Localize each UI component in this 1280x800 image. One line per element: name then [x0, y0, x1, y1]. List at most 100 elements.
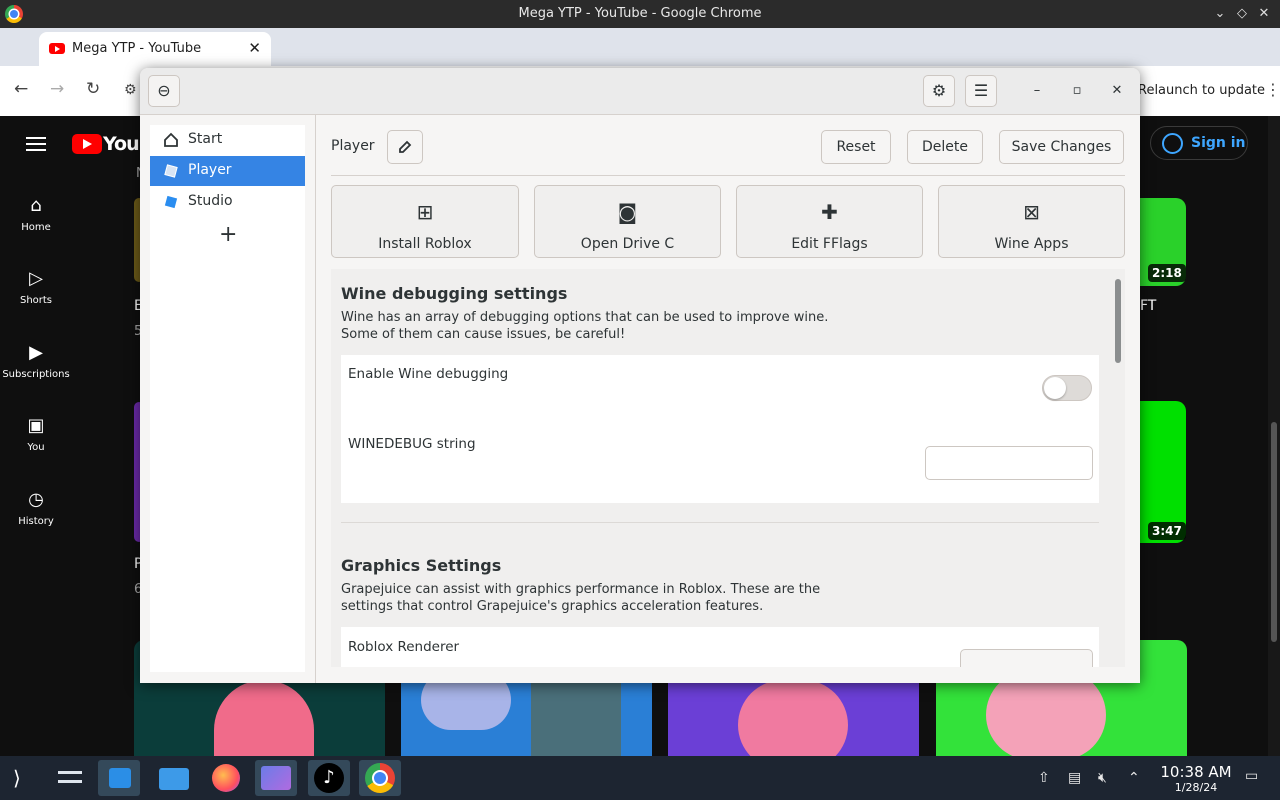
tab-youtube[interactable]: Mega YTP - YouTube ✕ — [39, 32, 271, 66]
video-duration: 3:47 — [1148, 522, 1186, 540]
sidebar-item-start[interactable]: Start — [150, 125, 305, 155]
back-icon[interactable]: ← — [14, 79, 28, 99]
roblox-renderer-label: Roblox Renderer — [348, 639, 460, 655]
taskbar: ⟩ ♪ — [0, 756, 1280, 800]
wine-debugging-card: Enable Wine debugging WINEDEBUG string — [341, 355, 1099, 503]
grapejuice-headerbar: ⊖ ⚙ ☰ – ▫ ✕ — [140, 68, 1140, 115]
gear-icon[interactable]: ⚙ — [923, 75, 955, 107]
yt-sidebar-home[interactable]: ⌂ Home — [0, 195, 72, 233]
stop-icon[interactable]: ⊖ — [148, 75, 180, 107]
wine-debugging-desc-1: Wine has an array of debugging options t… — [341, 310, 829, 325]
scrollbar-thumb[interactable] — [1115, 279, 1121, 363]
wine-apps-icon: ⊠ — [1023, 200, 1040, 224]
chrome-taskbar-icon[interactable] — [359, 760, 401, 796]
winedebug-string-input[interactable] — [925, 446, 1093, 480]
clock[interactable]: 10:38 AM 1/28/24 — [1148, 763, 1244, 794]
youtube-logo-icon[interactable] — [72, 134, 102, 154]
yt-sidebar-subscriptions[interactable]: ▶ Subscriptions — [0, 342, 72, 380]
chevron-up-icon[interactable]: ⌃ — [1128, 770, 1140, 786]
hamburger-menu-icon[interactable]: ☰ — [965, 75, 997, 107]
grapejuice-window: ⊖ ⚙ ☰ – ▫ ✕ Start Player Studio + Player — [140, 68, 1140, 683]
chrome-menu-icon[interactable]: ⋮ — [1265, 80, 1280, 99]
maximize-icon[interactable]: ▫ — [1069, 83, 1085, 99]
tab-close-icon[interactable]: ✕ — [248, 39, 261, 57]
volume-muted-icon[interactable]: 🔇︎ — [1098, 770, 1107, 786]
graphics-settings-desc-2: settings that control Grapejuice's graph… — [341, 599, 764, 614]
chevron-down-icon[interactable]: ⌄ — [1210, 4, 1230, 24]
sidebar-item-player[interactable]: Player — [150, 156, 305, 186]
site-info-icon[interactable]: ⚙ — [124, 82, 137, 98]
settings-scroll-area[interactable]: Wine debugging settings Wine has an arra… — [331, 269, 1125, 667]
drive-icon: ◙ — [617, 200, 638, 224]
yt-sidebar-label: Shorts — [19, 295, 53, 306]
video-duration: 2:18 — [1148, 264, 1186, 282]
app-launcher-icon[interactable]: ⟩ — [2, 760, 44, 796]
yt-sidebar-history[interactable]: ◷ History — [0, 489, 72, 527]
package-icon: ⊞ — [416, 200, 434, 224]
show-desktop-icon[interactable]: ▭ — [1245, 768, 1258, 784]
roblox-player-icon — [164, 164, 178, 178]
settings-scrollbar[interactable] — [1114, 279, 1122, 667]
graphics-settings-desc-1: Grapejuice can assist with graphics perf… — [341, 582, 821, 597]
pencil-icon — [399, 140, 412, 153]
video-title-fragment: FT — [1140, 298, 1157, 314]
yt-sidebar-you[interactable]: ▣ You — [0, 415, 72, 453]
enable-wine-debugging-toggle[interactable] — [1042, 375, 1092, 401]
youtube-favicon-icon — [49, 43, 65, 54]
page-title: Player — [331, 138, 375, 154]
sidebar-item-label: Player — [188, 162, 232, 178]
yt-sidebar-label: Subscriptions — [2, 369, 70, 380]
clipboard-icon[interactable]: ▤ — [1068, 770, 1081, 786]
tiktok-icon[interactable]: ♪ — [308, 760, 350, 796]
window-title: Mega YTP - YouTube - Google Chrome — [518, 6, 762, 21]
close-window-icon[interactable]: ✕ — [1254, 4, 1274, 24]
files-icon[interactable] — [153, 760, 195, 796]
open-drive-c-button[interactable]: ◙ Open Drive C — [534, 185, 721, 258]
minimize-icon[interactable]: – — [1029, 83, 1045, 99]
relaunch-to-update-button[interactable]: Relaunch to update — [1138, 83, 1265, 98]
grapejuice-main: Player Reset Delete Save Changes ⊞ Insta… — [317, 115, 1140, 683]
tab-label: Mega YTP - YouTube — [72, 41, 202, 56]
grapejuice-taskbar-icon[interactable] — [255, 760, 297, 796]
settings-panel-icon[interactable] — [48, 760, 90, 796]
firefox-icon[interactable] — [205, 760, 247, 796]
delete-button[interactable]: Delete — [907, 130, 983, 164]
restore-icon[interactable]: ◇ — [1232, 4, 1252, 24]
prefix-list: Start Player Studio + — [150, 125, 305, 672]
winedebug-string-label: WINEDEBUG string — [348, 436, 476, 452]
youtube-menu-icon[interactable] — [26, 137, 46, 151]
clock-time: 10:38 AM — [1160, 763, 1232, 781]
save-changes-button[interactable]: Save Changes — [999, 130, 1124, 164]
roblox-renderer-dropdown[interactable] — [960, 649, 1093, 667]
action-label: Edit FFlags — [791, 236, 868, 252]
enable-wine-debugging-label: Enable Wine debugging — [348, 366, 509, 382]
roblox-studio-icon — [164, 195, 178, 209]
store-icon[interactable] — [98, 760, 140, 796]
reload-icon[interactable]: ↻ — [86, 79, 100, 99]
puzzle-icon: ✚ — [821, 200, 838, 224]
wine-debugging-title: Wine debugging settings — [341, 284, 568, 303]
wine-apps-button[interactable]: ⊠ Wine Apps — [938, 185, 1125, 258]
update-icon[interactable]: ⇧ — [1038, 770, 1050, 786]
forward-icon[interactable]: → — [50, 79, 64, 99]
yt-sidebar-label: Home — [21, 222, 51, 233]
yt-sidebar-shorts[interactable]: ▷ Shorts — [0, 268, 72, 306]
sign-in-button[interactable]: Sign in — [1150, 126, 1248, 160]
action-label: Wine Apps — [994, 236, 1069, 252]
sidebar-item-studio[interactable]: Studio — [150, 187, 305, 217]
you-icon: ▣ — [27, 415, 45, 436]
add-prefix-button[interactable]: + — [219, 222, 237, 247]
edit-fflags-button[interactable]: ✚ Edit FFlags — [736, 185, 923, 258]
close-icon[interactable]: ✕ — [1109, 83, 1125, 99]
youtube-scrollbar[interactable] — [1268, 116, 1280, 756]
home-icon: ⌂ — [30, 195, 42, 216]
home-icon — [164, 132, 178, 147]
rename-button[interactable] — [387, 130, 423, 164]
sidebar-item-label: Studio — [188, 193, 233, 209]
clock-date: 1/28/24 — [1174, 781, 1218, 794]
graphics-settings-card: Roblox Renderer — [341, 627, 1099, 667]
yt-sidebar-label: You — [27, 442, 45, 453]
section-divider — [341, 522, 1099, 523]
install-roblox-button[interactable]: ⊞ Install Roblox — [331, 185, 519, 258]
reset-button[interactable]: Reset — [821, 130, 891, 164]
